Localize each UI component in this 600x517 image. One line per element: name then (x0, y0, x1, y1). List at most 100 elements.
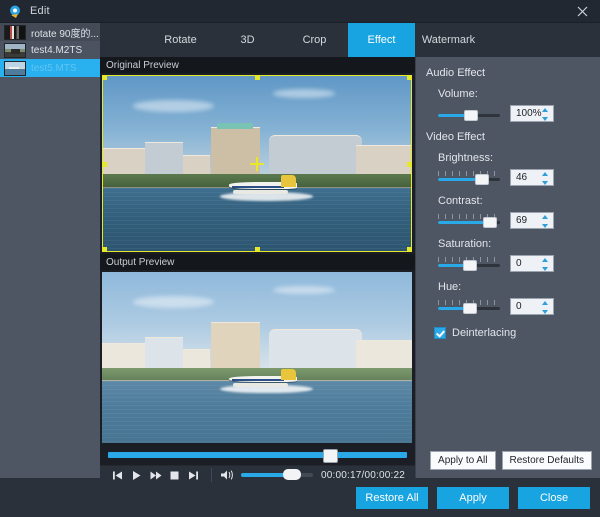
sidebar-item-label: test5.MTS (31, 63, 77, 74)
previous-button[interactable] (108, 466, 127, 484)
title-bar: Edit (0, 0, 600, 23)
hue-spinner[interactable]: 0 (510, 298, 554, 315)
slider-handle[interactable] (463, 303, 477, 314)
volume-spinner[interactable]: 100% (510, 105, 554, 122)
main-column: Rotate 3D Crop Effect Watermark Original… (100, 23, 600, 478)
spinner-up-icon[interactable] (542, 108, 548, 112)
contrast-control-row: 69 (438, 212, 592, 229)
contrast-label: Contrast: (438, 195, 592, 207)
slider-handle[interactable] (464, 110, 478, 121)
video-thumbnail-icon (4, 43, 26, 58)
fast-forward-button[interactable] (146, 466, 165, 484)
hue-label: Hue: (438, 281, 592, 293)
hue-control-row: 0 (438, 298, 592, 315)
hue-value: 0 (511, 301, 522, 312)
contrast-spinner[interactable]: 69 (510, 212, 554, 229)
seek-row (100, 445, 415, 465)
seek-bar[interactable] (108, 452, 407, 458)
slider-ticks (438, 171, 500, 176)
spinner-up-icon[interactable] (542, 215, 548, 219)
tab-rotate[interactable]: Rotate (147, 23, 214, 57)
restore-all-button[interactable]: Restore All (356, 487, 428, 509)
volume-handle[interactable] (283, 469, 301, 480)
original-preview-header: Original Preview (100, 57, 415, 73)
spinner-down-icon[interactable] (542, 117, 548, 121)
output-preview-panel[interactable] (100, 270, 415, 445)
plane-tail (281, 175, 296, 186)
spinner-arrows[interactable] (542, 258, 549, 271)
tab-3d[interactable]: 3D (214, 23, 281, 57)
spinner-down-icon[interactable] (542, 181, 548, 185)
apply-button[interactable]: Apply (437, 487, 509, 509)
restore-defaults-button[interactable]: Restore Defaults (502, 451, 592, 470)
slider-fill (438, 178, 480, 181)
window-body: rotate 90度的... test4.M2TS test5.MTS Rota… (0, 23, 600, 478)
brightness-spinner[interactable]: 46 (510, 169, 554, 186)
spinner-up-icon[interactable] (542, 258, 548, 262)
tab-crop[interactable]: Crop (281, 23, 348, 57)
saturation-label: Saturation: (438, 238, 592, 250)
cloud (273, 89, 335, 98)
slider-handle[interactable] (475, 174, 489, 185)
original-preview-panel[interactable] (100, 73, 415, 254)
slider-handle[interactable] (483, 217, 497, 228)
tab-watermark[interactable]: Watermark (415, 23, 482, 57)
spinner-arrows[interactable] (542, 108, 549, 121)
volume-icon[interactable] (220, 468, 236, 482)
volume-effect-slider[interactable] (438, 107, 500, 121)
plane-stripe (232, 379, 284, 381)
video-thumbnail-icon (4, 25, 26, 40)
sidebar-item-2[interactable]: test5.MTS (0, 59, 100, 77)
timecode-display: 00:00:17/00:00:22 (321, 470, 407, 481)
app-logo-icon (9, 5, 22, 18)
video-thumbnail-icon (4, 61, 26, 76)
tab-bar-spacer (100, 23, 147, 57)
spinner-up-icon[interactable] (542, 172, 548, 176)
saturation-value: 0 (511, 258, 522, 269)
hue-slider[interactable] (438, 300, 500, 314)
transport-divider (211, 468, 212, 482)
brightness-value: 46 (511, 172, 527, 183)
deinterlacing-row[interactable]: Deinterlacing (434, 327, 592, 339)
saturation-control-row: 0 (438, 255, 592, 272)
contrast-value: 69 (511, 215, 527, 226)
slider-handle[interactable] (463, 260, 477, 271)
saturation-slider[interactable] (438, 257, 500, 271)
volume-control-row: 100% (438, 105, 592, 122)
spinner-arrows[interactable] (542, 301, 549, 314)
spinner-arrows[interactable] (542, 172, 549, 185)
slider-fill (438, 221, 489, 224)
brightness-control-row: 46 (438, 169, 592, 186)
volume-slider[interactable] (241, 473, 313, 477)
output-video-frame (102, 272, 412, 443)
window-title: Edit (30, 5, 50, 17)
spinner-arrows[interactable] (542, 215, 549, 228)
plane-float (233, 190, 288, 194)
contrast-slider[interactable] (438, 214, 500, 228)
spinner-down-icon[interactable] (542, 267, 548, 271)
saturation-spinner[interactable]: 0 (510, 255, 554, 272)
sidebar-item-1[interactable]: test4.M2TS (0, 41, 100, 59)
brightness-slider[interactable] (438, 171, 500, 185)
apply-to-all-button[interactable]: Apply to All (430, 451, 495, 470)
close-button[interactable]: Close (518, 487, 590, 509)
brightness-label: Brightness: (438, 152, 592, 164)
cloud (133, 100, 214, 112)
deinterlacing-checkbox[interactable] (434, 327, 446, 339)
seek-handle[interactable] (323, 449, 338, 463)
stop-button[interactable] (165, 466, 184, 484)
sidebar-item-label: rotate 90度的... (31, 25, 99, 40)
spinner-up-icon[interactable] (542, 301, 548, 305)
transport-bar: 00:00:17/00:00:22 (100, 465, 415, 484)
audio-effect-group-title: Audio Effect (426, 67, 592, 79)
plane-stripe (232, 186, 284, 188)
spinner-down-icon[interactable] (542, 224, 548, 228)
spinner-down-icon[interactable] (542, 310, 548, 314)
play-button[interactable] (127, 466, 146, 484)
content-area: Original Preview (100, 57, 600, 478)
next-button[interactable] (184, 466, 203, 484)
video-effect-group-title: Video Effect (426, 131, 592, 143)
close-icon[interactable] (572, 2, 592, 20)
tab-effect[interactable]: Effect (348, 23, 415, 57)
sidebar-item-0[interactable]: rotate 90度的... (0, 23, 100, 41)
